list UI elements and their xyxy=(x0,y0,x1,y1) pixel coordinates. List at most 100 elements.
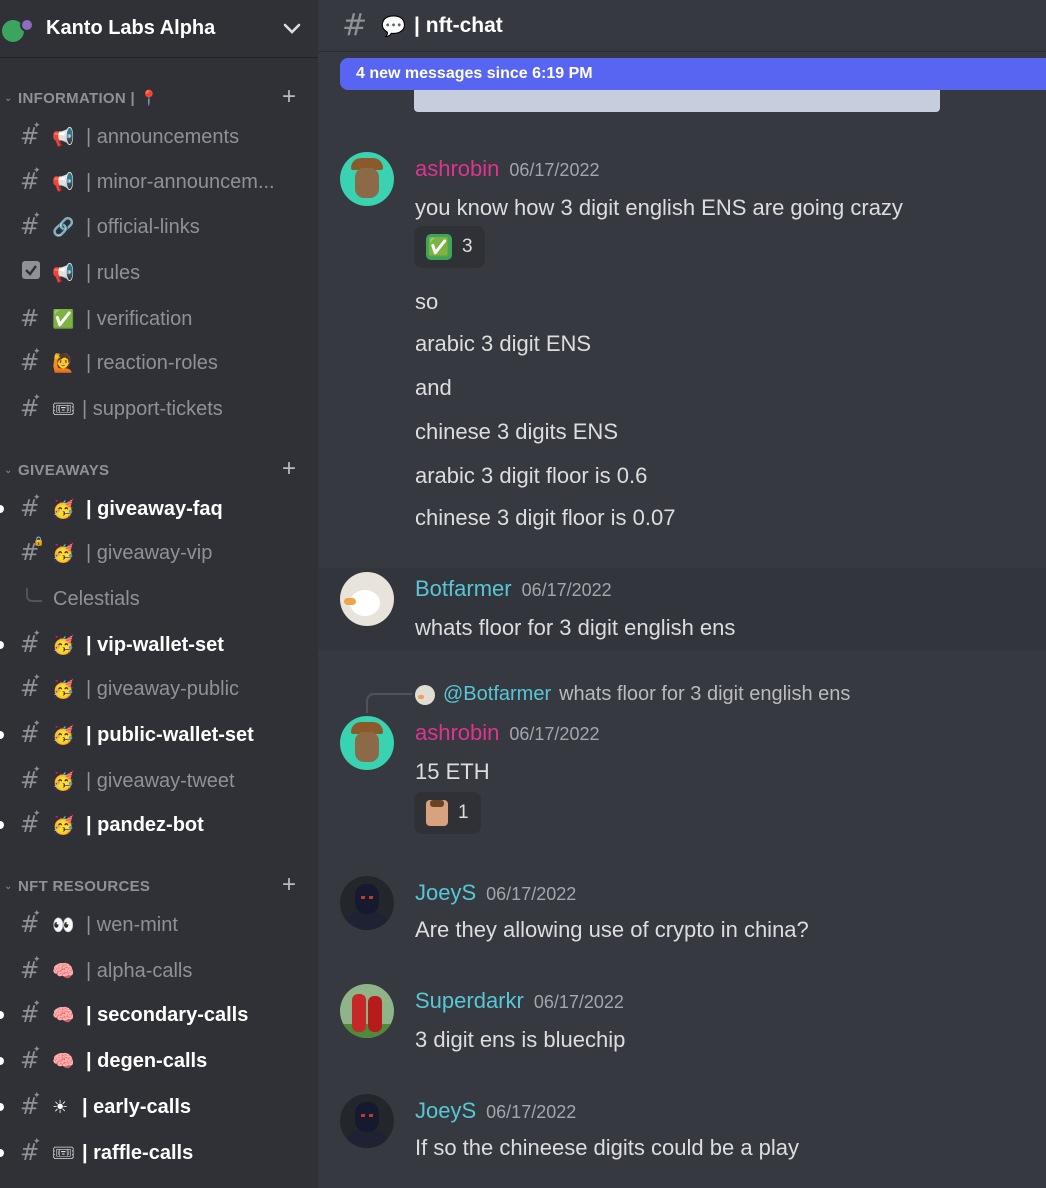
reply-avatar xyxy=(415,684,435,705)
message-text: and xyxy=(415,375,452,400)
channel-giveaway-tweet[interactable]: # ✦ 🥳 | giveaway-tweet xyxy=(0,761,318,801)
add-channel-icon[interactable]: + xyxy=(282,457,296,481)
channel-support-tickets[interactable]: # ✦ 🎟 | support-tickets xyxy=(0,389,318,429)
channel-name: | announcements xyxy=(86,125,240,148)
chat-area: # 💬 | nft-chat 4 new messages since 6:19… xyxy=(318,0,1046,1188)
channel-official-links[interactable]: # ✦ 🔗 | official-links xyxy=(0,207,318,247)
thread-celestials[interactable]: Celestials xyxy=(0,579,318,619)
channel-emoji: 🥳 xyxy=(52,814,75,836)
avatar[interactable] xyxy=(340,1094,394,1148)
channel-emoji: 🧠 xyxy=(52,960,75,982)
channel-giveaway-public[interactable]: # ✦ 🥳 | giveaway-public xyxy=(0,669,318,709)
channel-raffle-calls[interactable]: # ✦ 🎟 | raffle-calls xyxy=(0,1133,318,1173)
channel-public-wallet-set[interactable]: # ✦ 🥳 | public-wallet-set xyxy=(0,715,318,755)
channel-name: | support-tickets xyxy=(82,397,223,420)
reply-text: whats floor for 3 digit english ens xyxy=(559,683,851,705)
channel-emoji: 🥳 xyxy=(52,542,75,564)
reply-preview[interactable]: @Botfarmer whats floor for 3 digit engli… xyxy=(415,683,850,706)
channel-alpha-calls[interactable]: # ✦ 🧠 | alpha-calls xyxy=(0,951,318,991)
channel-rules[interactable]: 📢 | rules xyxy=(0,253,318,293)
category-label: NFT RESOURCES xyxy=(18,877,151,895)
channel-emoji: 📢 xyxy=(52,262,75,284)
channel-minor-announcements[interactable]: # ✦ 📢 | minor-announcem... xyxy=(0,162,318,202)
channel-reaction-roles[interactable]: # ✦ 🙋 | reaction-roles xyxy=(0,343,318,383)
caret-down-icon: ⌄ xyxy=(4,464,13,476)
author-name[interactable]: Botfarmer xyxy=(415,576,512,601)
channel-name: | reaction-roles xyxy=(86,351,218,374)
thread-name: Celestials xyxy=(53,587,140,610)
channel-name: | rules xyxy=(86,261,141,284)
category-information[interactable]: ⌄ INFORMATION | 📍 + xyxy=(0,85,318,110)
channel-early-calls[interactable]: # ✦ ☀ | early-calls xyxy=(0,1087,318,1127)
channel-title: | nft-chat xyxy=(414,13,503,37)
avatar[interactable] xyxy=(340,984,394,1038)
channel-wen-mint[interactable]: # ✦ 👀 | wen-mint xyxy=(0,905,318,945)
avatar[interactable] xyxy=(340,572,394,626)
channel-name: | degen-calls xyxy=(86,1049,208,1072)
thread-branch-icon xyxy=(26,588,42,602)
channel-secondary-calls[interactable]: # ✦ 🧠 | secondary-calls xyxy=(0,995,318,1035)
channel-name: | secondary-calls xyxy=(86,1003,249,1026)
unread-indicator xyxy=(0,731,4,739)
author-name[interactable]: ashrobin xyxy=(415,156,499,181)
message-header: ashrobin 06/17/2022 xyxy=(415,156,599,182)
channel-giveaway-faq[interactable]: # ✦ 🥳 | giveaway-faq xyxy=(0,489,318,529)
text-channel-icon: # xyxy=(20,306,40,332)
chevron-down-icon[interactable] xyxy=(282,19,302,39)
new-messages-banner[interactable]: 4 new messages since 6:19 PM xyxy=(340,58,1046,90)
reply-connector xyxy=(366,693,412,713)
server-logo xyxy=(2,16,34,42)
add-channel-icon[interactable]: + xyxy=(282,85,296,109)
author-name[interactable]: Superdarkr xyxy=(415,988,524,1013)
reply-mention[interactable]: @Botfarmer xyxy=(443,683,551,706)
author-name[interactable]: ashrobin xyxy=(415,720,499,745)
channel-name: | official-links xyxy=(86,215,200,238)
channel-emoji: 📢 xyxy=(52,171,75,193)
text-channel-icon: # ✦ xyxy=(20,809,41,838)
channel-emoji: 👀 xyxy=(52,914,75,936)
author-name[interactable]: JoeyS xyxy=(415,1098,476,1123)
message-text: chinese 3 digit floor is 0.07 xyxy=(415,505,676,530)
channel-sidebar: Kanto Labs Alpha ⌄ INFORMATION | 📍 + # ✦ … xyxy=(0,0,318,1188)
message-text: 3 digit ens is bluechip xyxy=(415,1027,626,1052)
channel-emoji: 🎟 xyxy=(52,1142,75,1164)
author-name[interactable]: JoeyS xyxy=(415,880,476,905)
unread-indicator xyxy=(0,641,4,649)
channel-name: | minor-announcem... xyxy=(86,170,275,193)
category-label: GIVEAWAYS xyxy=(18,461,110,479)
channel-name: | giveaway-tweet xyxy=(86,769,235,792)
add-channel-icon[interactable]: + xyxy=(282,873,296,897)
caret-down-icon: ⌄ xyxy=(4,92,13,104)
server-header[interactable]: Kanto Labs Alpha xyxy=(0,0,318,58)
channel-emoji: ✅ xyxy=(52,308,75,330)
channel-emoji: 🧠 xyxy=(52,1004,75,1026)
channel-vip-wallet-set[interactable]: # ✦ 🥳 | vip-wallet-set xyxy=(0,625,318,665)
channel-verification[interactable]: # ✅ | verification xyxy=(0,299,318,339)
text-channel-icon: # ✦ xyxy=(20,999,41,1028)
channel-giveaway-vip[interactable]: # 🔒 🥳 | giveaway-vip xyxy=(0,533,318,573)
channel-header: # 💬 | nft-chat xyxy=(318,0,1046,52)
text-channel-icon: # ✦ xyxy=(20,347,41,376)
speech-bubble-icon: 💬 xyxy=(381,13,407,38)
message-text: whats floor for 3 digit english ens xyxy=(415,615,736,640)
text-channel-icon: # ✦ xyxy=(20,673,41,702)
reaction-check[interactable]: ✅ 3 xyxy=(414,226,485,268)
channel-name: | raffle-calls xyxy=(82,1141,194,1164)
channel-pandez-bot[interactable]: # ✦ 🥳 | pandez-bot xyxy=(0,805,318,845)
channel-announcements[interactable]: # ✦ 📢 | announcements xyxy=(0,117,318,157)
timestamp: 06/17/2022 xyxy=(486,884,577,904)
reaction-face[interactable]: 1 xyxy=(414,792,481,834)
channel-emoji: 🥳 xyxy=(52,770,75,792)
channel-emoji: 🥳 xyxy=(52,498,75,520)
category-nft-resources[interactable]: ⌄ NFT RESOURCES + xyxy=(0,873,318,898)
channel-emoji: 🎟 xyxy=(52,398,75,420)
avatar[interactable] xyxy=(340,152,394,206)
avatar[interactable] xyxy=(340,876,394,930)
channel-degen-calls[interactable]: # ✦ 🧠 | degen-calls xyxy=(0,1041,318,1081)
channel-name: | verification xyxy=(86,307,193,330)
category-giveaways[interactable]: ⌄ GIVEAWAYS + xyxy=(0,457,318,482)
channel-name: | giveaway-vip xyxy=(86,541,213,564)
face-emoji-icon xyxy=(426,800,448,826)
unread-indicator xyxy=(0,1103,4,1111)
avatar[interactable] xyxy=(340,716,394,770)
